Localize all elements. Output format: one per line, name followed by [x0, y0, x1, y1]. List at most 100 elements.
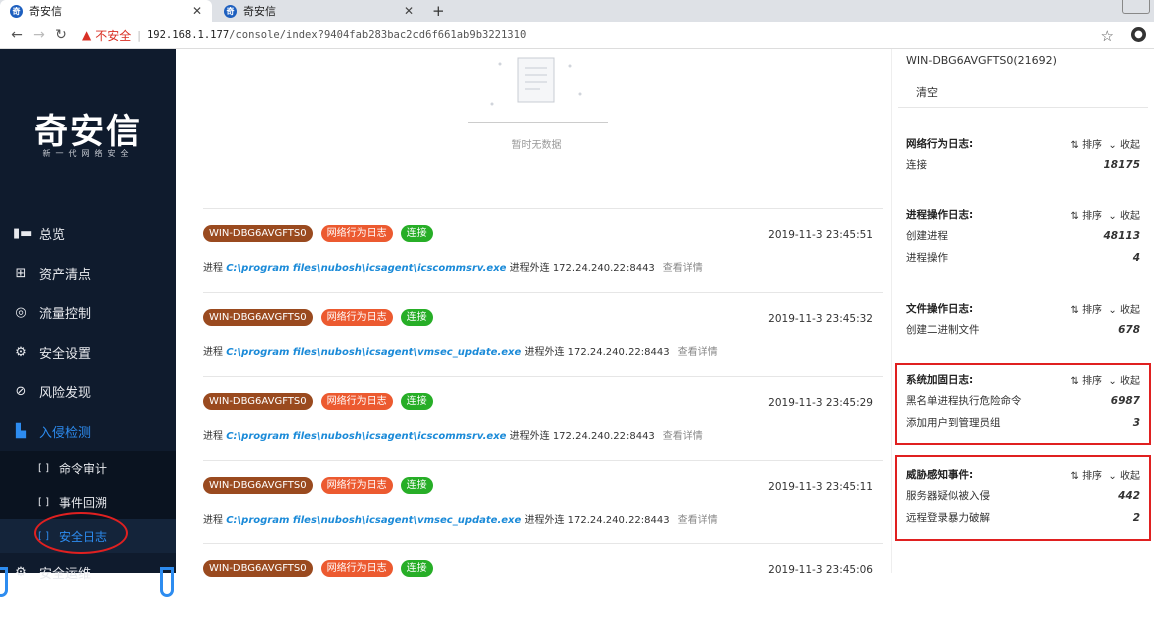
sort-button[interactable]: 排序	[1082, 140, 1102, 151]
sort-icon[interactable]: ⇅	[1070, 211, 1078, 222]
badge-group: WIN-DBG6AVGFTS0 网络行为日志 连接	[203, 309, 441, 326]
bookmark-star-icon[interactable]: ☆	[1101, 27, 1114, 45]
sort-icon[interactable]: ⇅	[1070, 305, 1078, 316]
summary-count: 678	[1118, 324, 1140, 336]
intrusion-icon: ▙	[16, 423, 26, 439]
badge-group: WIN-DBG6AVGFTS0 网络行为日志 连接	[203, 560, 441, 577]
host-badge[interactable]: WIN-DBG6AVGFTS0	[203, 309, 313, 326]
section-title: 进程操作日志:	[906, 209, 974, 221]
sidebar-item-label: 安全设置	[39, 346, 92, 362]
address-bar: ← → ↻ ▲ 不安全 | 192.168.1.177/console/inde…	[0, 22, 1154, 49]
url-field[interactable]: 192.168.1.177/console/index?9404fab283ba…	[147, 29, 526, 41]
log-description: 进程 C:\program files\nubosh\icsagent\icsc…	[203, 259, 703, 274]
desc-suffix: 进程外连 172.24.240.22:8443	[524, 515, 670, 526]
view-detail-link[interactable]: 查看详情	[663, 431, 703, 442]
chevron-down-icon[interactable]: ⌄	[1108, 211, 1116, 222]
action-badge[interactable]: 连接	[400, 225, 433, 242]
forward-arrow-icon[interactable]: →	[28, 27, 50, 43]
badge-group: WIN-DBG6AVGFTS0 网络行为日志 连接	[203, 393, 441, 410]
url-host: 192.168.1.177	[146, 29, 230, 41]
bracket-icon: [ ]	[38, 496, 49, 508]
process-path: C:\program files\nubosh\icsagent\icscomm…	[226, 431, 507, 442]
no-data-text: 暂时无数据	[511, 140, 562, 151]
account-icon[interactable]: ●	[1131, 27, 1146, 42]
log-summary-section: 进程操作日志: ⇅ 排序 ⌄ 收起创建进程 48113 进程操作 4	[906, 207, 1140, 269]
summary-row[interactable]: 创建进程 48113	[906, 225, 1140, 247]
sidebar-item-traffic[interactable]: ◎ 流量控制	[0, 293, 176, 333]
browser-tab[interactable]: 奇 奇安信 ✕	[0, 0, 212, 22]
risk-icon: ⊘	[15, 384, 27, 400]
process-path: C:\program files\nubosh\icsagent\vmsec_u…	[226, 347, 522, 358]
action-badge[interactable]: 连接	[400, 560, 433, 577]
close-tab-icon[interactable]: ✕	[404, 4, 414, 18]
log-description: 进程 C:\program files\nubosh\icsagent\icsc…	[203, 427, 703, 442]
highlight-box	[895, 455, 1151, 541]
host-badge[interactable]: WIN-DBG6AVGFTS0	[203, 560, 313, 577]
empty-document-icon	[490, 57, 582, 106]
tab-title: 奇安信	[243, 5, 276, 18]
log-type-badge[interactable]: 网络行为日志	[320, 560, 393, 577]
sidebar-item-risk[interactable]: ⊘ 风险发现	[0, 372, 176, 412]
log-description: 进程 C:\program files\nubosh\icsagent\vmse…	[203, 343, 718, 358]
new-tab-icon[interactable]: +	[432, 0, 445, 22]
summary-row[interactable]: 进程操作 4	[906, 247, 1140, 269]
logo: 奇安信	[34, 112, 142, 152]
summary-row[interactable]: 创建二进制文件 678	[906, 319, 1140, 341]
sidebar-item-overview[interactable]: ▮▬ 总览	[0, 214, 176, 254]
clear-button[interactable]: 清空	[916, 84, 938, 100]
collapse-button[interactable]: 收起	[1120, 211, 1140, 222]
collapse-button[interactable]: 收起	[1120, 305, 1140, 316]
back-arrow-icon[interactable]: ←	[6, 27, 28, 43]
security-warning[interactable]: ▲ 不安全	[82, 27, 131, 44]
url-path: /console/index?9404fab283bac2cd6f661ab9b…	[229, 29, 527, 41]
badge-group: WIN-DBG6AVGFTS0 网络行为日志 连接	[203, 477, 441, 494]
collapse-button[interactable]: 收起	[1120, 140, 1140, 151]
view-detail-link[interactable]: 查看详情	[678, 347, 718, 358]
action-badge[interactable]: 连接	[400, 393, 433, 410]
sidebar-item-label: 资产清点	[39, 267, 92, 283]
host-badge[interactable]: WIN-DBG6AVGFTS0	[203, 477, 313, 494]
log-type-badge[interactable]: 网络行为日志	[320, 309, 393, 326]
desc-prefix: 进程	[203, 347, 223, 358]
sidebar-item-intrusion[interactable]: ▙ 入侵检测	[0, 412, 176, 452]
close-tab-icon[interactable]: ✕	[192, 4, 202, 18]
log-type-badge[interactable]: 网络行为日志	[320, 225, 393, 242]
action-badge[interactable]: 连接	[400, 477, 433, 494]
log-type-badge[interactable]: 网络行为日志	[320, 477, 393, 494]
browser-tab[interactable]: 奇 奇安信 ✕	[214, 0, 424, 22]
summary-count: 48113	[1103, 230, 1140, 242]
sidebar-item-security-settings[interactable]: ⚙ 安全设置	[0, 333, 176, 373]
divider: |	[137, 28, 141, 42]
log-summary-section: 网络行为日志: ⇅ 排序 ⌄ 收起 连接 18175	[906, 136, 1140, 176]
summary-count: 4	[1132, 252, 1140, 264]
summary-label: 创建二进制文件	[906, 324, 980, 336]
section-header: 网络行为日志: ⇅ 排序 ⌄ 收起	[906, 136, 1140, 154]
view-detail-link[interactable]: 查看详情	[678, 515, 718, 526]
log-entry: WIN-DBG6AVGFTS0 网络行为日志 连接 2019-11-3 23:45:0…	[203, 543, 883, 627]
sort-button[interactable]: 排序	[1082, 305, 1102, 316]
chevron-down-icon[interactable]: ⌄	[1108, 305, 1116, 316]
summary-label: 连接	[906, 159, 927, 171]
window-controls-icon[interactable]	[1122, 0, 1150, 14]
desc-suffix: 进程外连 172.24.240.22:8443	[509, 431, 655, 442]
sidebar-subitem-command-audit[interactable]: [ ] 命令审计	[0, 451, 176, 485]
summary-label: 进程操作	[906, 252, 948, 264]
reload-icon[interactable]: ↻	[50, 27, 72, 43]
section-header: 进程操作日志: ⇅ 排序 ⌄ 收起	[906, 207, 1140, 225]
sort-button[interactable]: 排序	[1082, 211, 1102, 222]
host-badge[interactable]: WIN-DBG6AVGFTS0	[203, 393, 313, 410]
sidebar-item-assets[interactable]: ⊞ 资产清点	[0, 254, 176, 294]
host-badge[interactable]: WIN-DBG6AVGFTS0	[203, 225, 313, 242]
log-entry: WIN-DBG6AVGFTS0 网络行为日志 连接 2019-11-3 23:45:1…	[203, 460, 883, 544]
highlight-circle	[34, 512, 128, 554]
section-controls: ⇅ 排序 ⌄ 收起	[1070, 207, 1140, 222]
sort-icon[interactable]: ⇅	[1070, 140, 1078, 151]
view-detail-link[interactable]: 查看详情	[663, 263, 703, 274]
summary-row[interactable]: 连接 18175	[906, 154, 1140, 176]
log-summary-section: 文件操作日志: ⇅ 排序 ⌄ 收起 创建二进制文件 678	[906, 301, 1140, 341]
chevron-down-icon[interactable]: ⌄	[1108, 140, 1116, 151]
log-type-badge[interactable]: 网络行为日志	[320, 393, 393, 410]
log-description: 进程 C:\program files\nubosh\icsagent\vmse…	[203, 511, 718, 526]
action-badge[interactable]: 连接	[400, 309, 433, 326]
sidebar-item-label: 总览	[39, 228, 66, 244]
